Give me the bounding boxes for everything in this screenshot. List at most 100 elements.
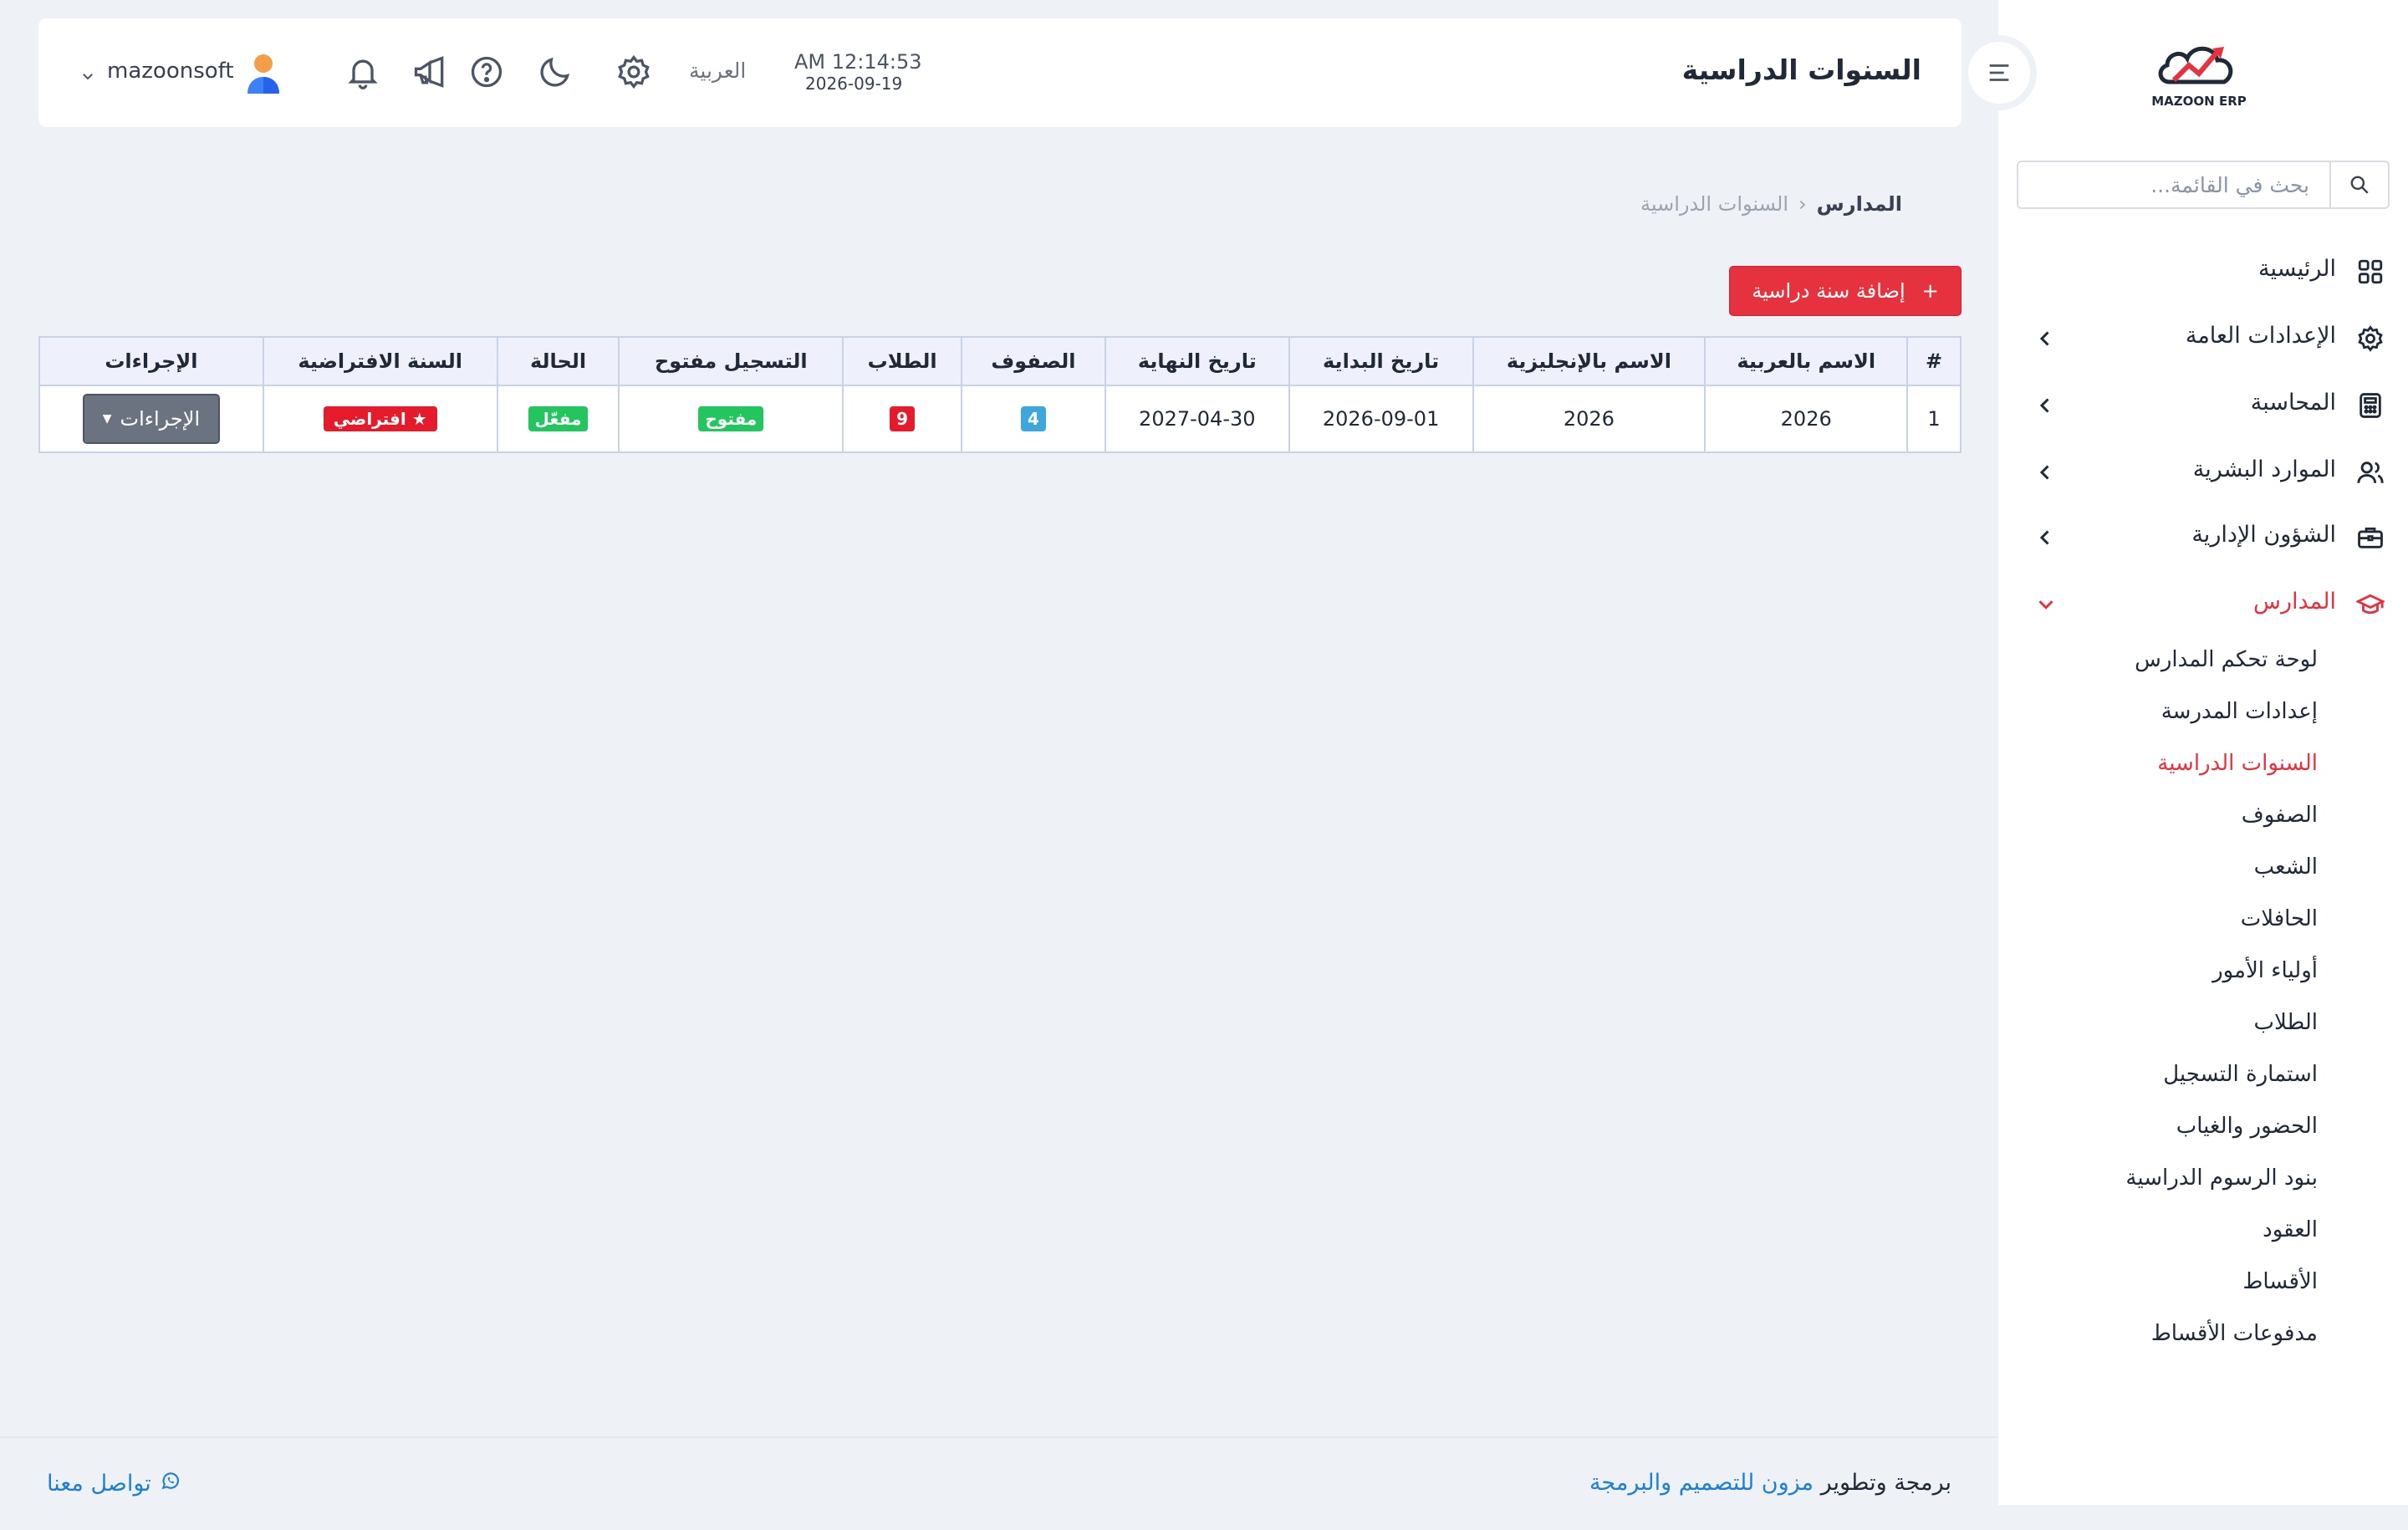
user-name[interactable]: mazoonsoft [107, 59, 234, 84]
sidebar-item-general-settings[interactable]: الإعدادات العامة [2033, 316, 2385, 358]
sidebar-item-label: الإعدادات العامة [2185, 323, 2336, 349]
column-header: السنة الافتراضية [262, 336, 498, 386]
language-switcher[interactable]: العربية [689, 59, 746, 83]
sidebar-item-label: المدارس [2252, 589, 2336, 615]
page-title: السنوات الدراسية [1681, 54, 1921, 86]
chevron-down-icon [2033, 592, 2059, 617]
chevron-left-icon [2033, 393, 2059, 418]
students-count-badge: 9 [890, 406, 916, 431]
sidebar-subitem-schools-dashboard[interactable]: لوحة تحكم المدارس [2135, 647, 2318, 672]
help-icon[interactable] [468, 54, 505, 90]
sidebar-toggle-button[interactable] [1962, 35, 2037, 110]
contact-us-link[interactable]: تواصل معنا [47, 1470, 181, 1497]
sidebar-subitem-attendance[interactable]: الحضور والغياب [2176, 1114, 2318, 1139]
column-header: الطلاب [842, 336, 963, 386]
actions-dropdown-button[interactable]: الإجراءات ▼ [82, 394, 220, 444]
actions-label: الإجراءات [120, 407, 201, 431]
sidebar-subitem-guardians[interactable]: أولياء الأمور [2212, 958, 2318, 983]
sidebar-item-home[interactable]: الرئيسية [2033, 249, 2385, 291]
breadcrumb-current: السنوات الدراسية [1640, 192, 1789, 216]
sidebar-subitem-installments[interactable]: الأقساط [2242, 1269, 2318, 1294]
gear-icon[interactable] [615, 54, 652, 90]
table-row: 1 2026 2026 2026-09-01 2027-04-30 4 9 مف… [38, 385, 1962, 453]
search-placeholder: بحث في القائمة... [2150, 173, 2309, 197]
sidebar-subitem-sections[interactable]: الشعب [2254, 854, 2318, 880]
whatsapp-icon [160, 1470, 181, 1497]
breadcrumb-parent[interactable]: المدارس [1817, 192, 1902, 216]
cell-actions: الإجراءات ▼ [38, 385, 264, 453]
chevron-left-icon [2033, 326, 2059, 351]
sidebar-item-schools[interactable]: المدارس [2033, 582, 2386, 624]
svg-text:MAZOON ERP: MAZOON ERP [2151, 94, 2246, 109]
column-header: الاسم بالإنجليزية [1472, 336, 1707, 386]
caret-down-icon: ▼ [102, 412, 112, 426]
column-header: الحالة [496, 336, 620, 386]
add-button-label: إضافة سنة دراسية [1752, 279, 1905, 303]
sidebar-item-label: الموارد البشرية [2192, 456, 2336, 482]
column-header: التسجيل مفتوح [618, 336, 844, 386]
sidebar-subitem-contracts[interactable]: العقود [2263, 1217, 2318, 1242]
menu-icon [1968, 42, 2030, 104]
sidebar-item-accounting[interactable]: المحاسبة [2033, 383, 2385, 425]
grid-icon [2356, 258, 2385, 286]
sidebar-subitem-grades[interactable]: الصفوف [2242, 803, 2318, 828]
cell-end-date: 2027-04-30 [1104, 385, 1290, 453]
chevron-down-icon[interactable] [80, 65, 95, 80]
sidebar-subitem-installment-payments[interactable]: مدفوعات الأقساط [2151, 1321, 2318, 1346]
sidebar-item-label: الشؤون الإدارية [2191, 522, 2336, 548]
sidebar-item-admin-affairs[interactable]: الشؤون الإدارية [2033, 515, 2385, 557]
credit-link[interactable]: مزون للتصميم والبرمجة [1589, 1470, 1814, 1496]
top-header: السنوات الدراسية AM 12:14:53 2026-09-19 … [38, 18, 1962, 127]
megaphone-icon[interactable] [411, 54, 448, 90]
chevron-left-icon [2033, 460, 2059, 485]
add-academic-year-button[interactable]: + إضافة سنة دراسية [1729, 266, 1962, 316]
cell-registration: مفتوح [618, 385, 844, 453]
default-year-badge: ★ افتراضي [323, 406, 437, 431]
sidebar-subitem-buses[interactable]: الحافلات [2241, 906, 2318, 931]
graduation-cap-icon [2354, 590, 2386, 619]
avatar[interactable] [244, 52, 283, 95]
footer: برمجة وتطوير مزون للتصميم والبرمجة تواصل… [0, 1436, 1998, 1530]
cell-start-date: 2026-09-01 [1288, 385, 1474, 453]
clock-date: 2026-09-19 [805, 74, 903, 94]
credit-prefix: برمجة وتطوير [1813, 1470, 1951, 1496]
bell-icon[interactable] [344, 54, 381, 90]
search-icon [2329, 162, 2388, 207]
sidebar-item-hr[interactable]: الموارد البشرية [2033, 450, 2385, 492]
cell-name-en: 2026 [1472, 385, 1707, 453]
table-header-row: # الاسم بالعربية الاسم بالإنجليزية تاريخ… [38, 336, 1962, 386]
menu-search-input[interactable]: بحث في القائمة... [2017, 161, 2390, 209]
sidebar-subitem-fee-items[interactable]: بنود الرسوم الدراسية [2125, 1165, 2318, 1191]
column-header: الصفوف [961, 336, 1106, 386]
footer-credit: برمجة وتطوير مزون للتصميم والبرمجة [1589, 1470, 1951, 1496]
cell-classes: 4 [961, 385, 1106, 453]
chevron-left-icon [2033, 525, 2059, 550]
cell-default-year: ★ افتراضي [262, 385, 498, 453]
clock-time: AM 12:14:53 [794, 50, 922, 74]
sidebar-item-label: الرئيسية [2258, 256, 2336, 282]
moon-icon[interactable] [537, 54, 574, 90]
sidebar-subitem-registration-form[interactable]: استمارة التسجيل [2163, 1062, 2318, 1087]
sidebar: MAZOON ERP بحث في القائمة... الرئيسية ال… [1998, 0, 2408, 1505]
mazoon-erp-logo[interactable]: MAZOON ERP [2149, 33, 2249, 113]
sidebar-subitem-school-settings[interactable]: إعدادات المدرسة [2161, 699, 2318, 724]
registration-open-badge: مفتوح [698, 406, 764, 431]
sidebar-subitem-academic-years[interactable]: السنوات الدراسية [2157, 751, 2318, 776]
gear-icon [2356, 324, 2385, 353]
academic-years-table: # الاسم بالعربية الاسم بالإنجليزية تاريخ… [38, 336, 1962, 453]
star-icon: ★ [411, 409, 427, 429]
calculator-icon [2356, 391, 2385, 420]
users-icon [2356, 458, 2385, 487]
default-label: افتراضي [333, 409, 406, 429]
breadcrumb: المدارس ‹ السنوات الدراسية [1640, 192, 1902, 216]
cell-name-ar: 2026 [1704, 385, 1909, 453]
column-header: تاريخ النهاية [1104, 336, 1290, 386]
column-header: تاريخ البداية [1288, 336, 1474, 386]
breadcrumb-separator-icon: ‹ [1798, 192, 1807, 216]
status-badge: مفعّل [528, 406, 589, 431]
column-header: الاسم بالعربية [1704, 336, 1909, 386]
sidebar-subitem-students[interactable]: الطلاب [2254, 1010, 2318, 1035]
cell-status: مفعّل [496, 385, 620, 453]
cell-students: 9 [842, 385, 963, 453]
column-header: الإجراءات [38, 336, 264, 386]
